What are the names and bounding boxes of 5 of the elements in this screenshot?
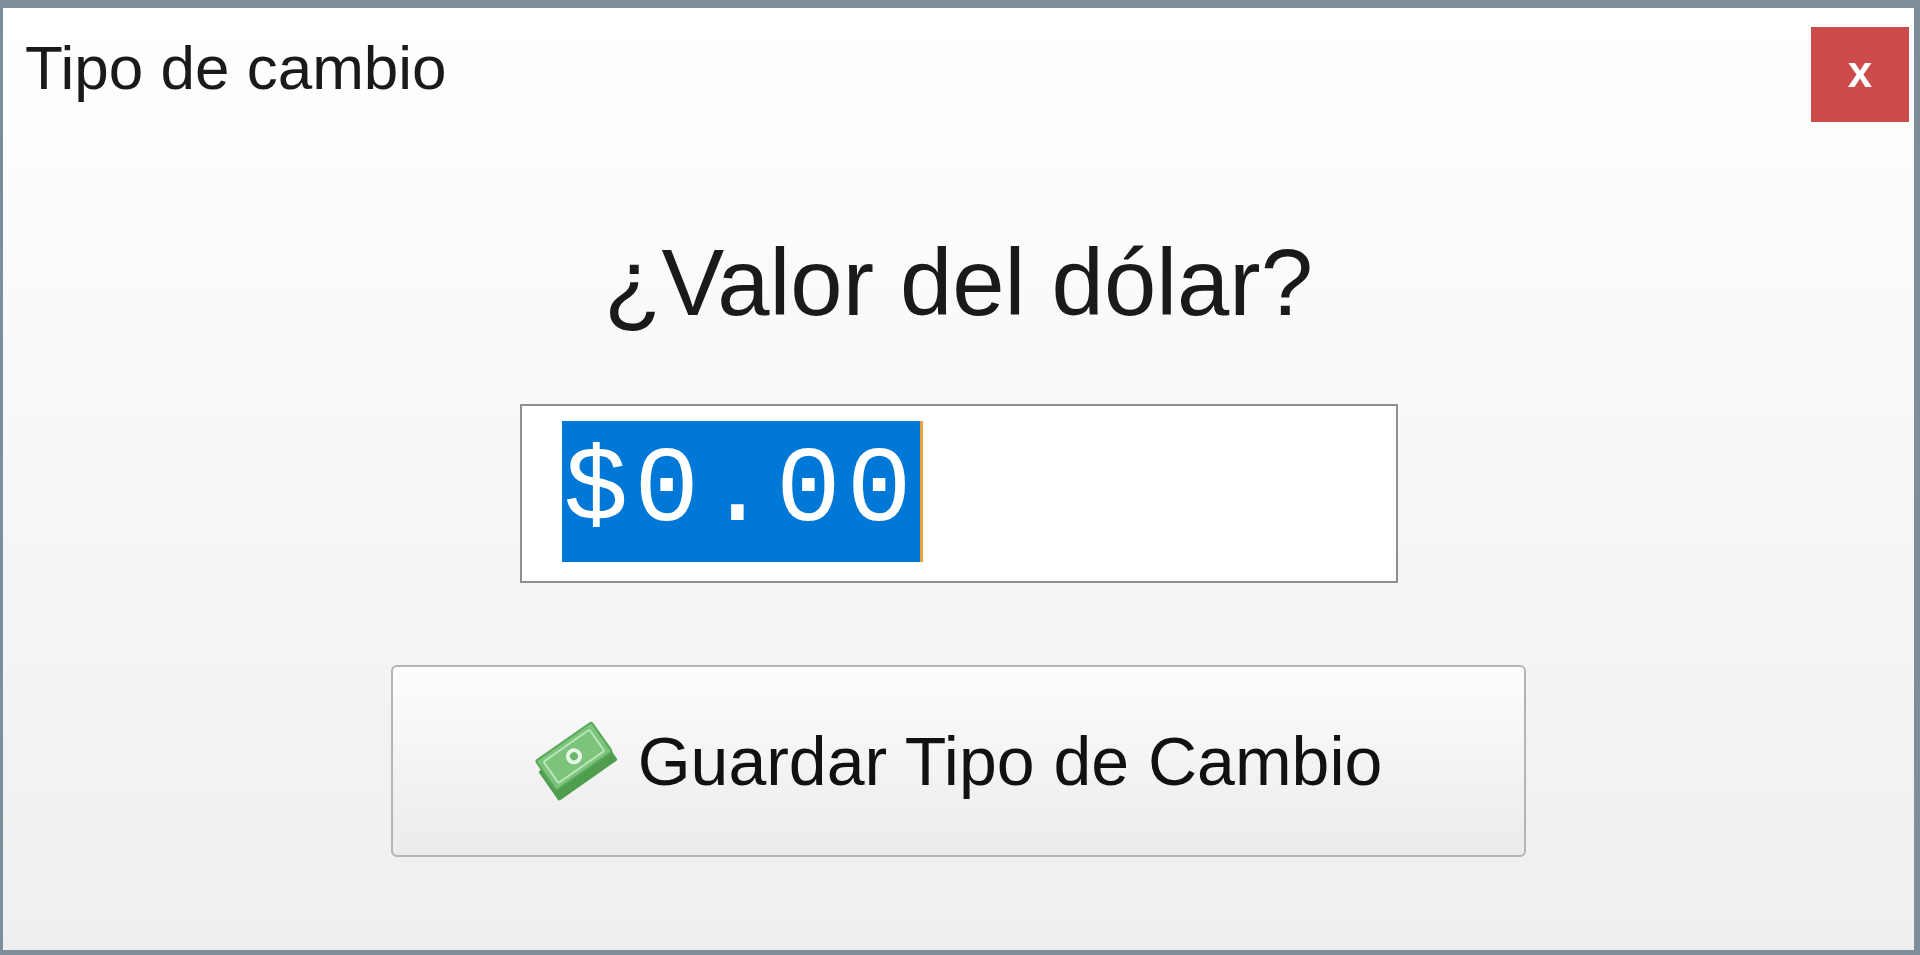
- prompt-text: ¿Valor del dólar?: [604, 236, 1313, 330]
- close-button[interactable]: x: [1811, 27, 1909, 122]
- amount-value: $0.00: [561, 421, 920, 562]
- amount-input-field[interactable]: $0.00: [519, 404, 1398, 583]
- save-exchange-rate-button[interactable]: Guardar Tipo de Cambio: [391, 665, 1526, 857]
